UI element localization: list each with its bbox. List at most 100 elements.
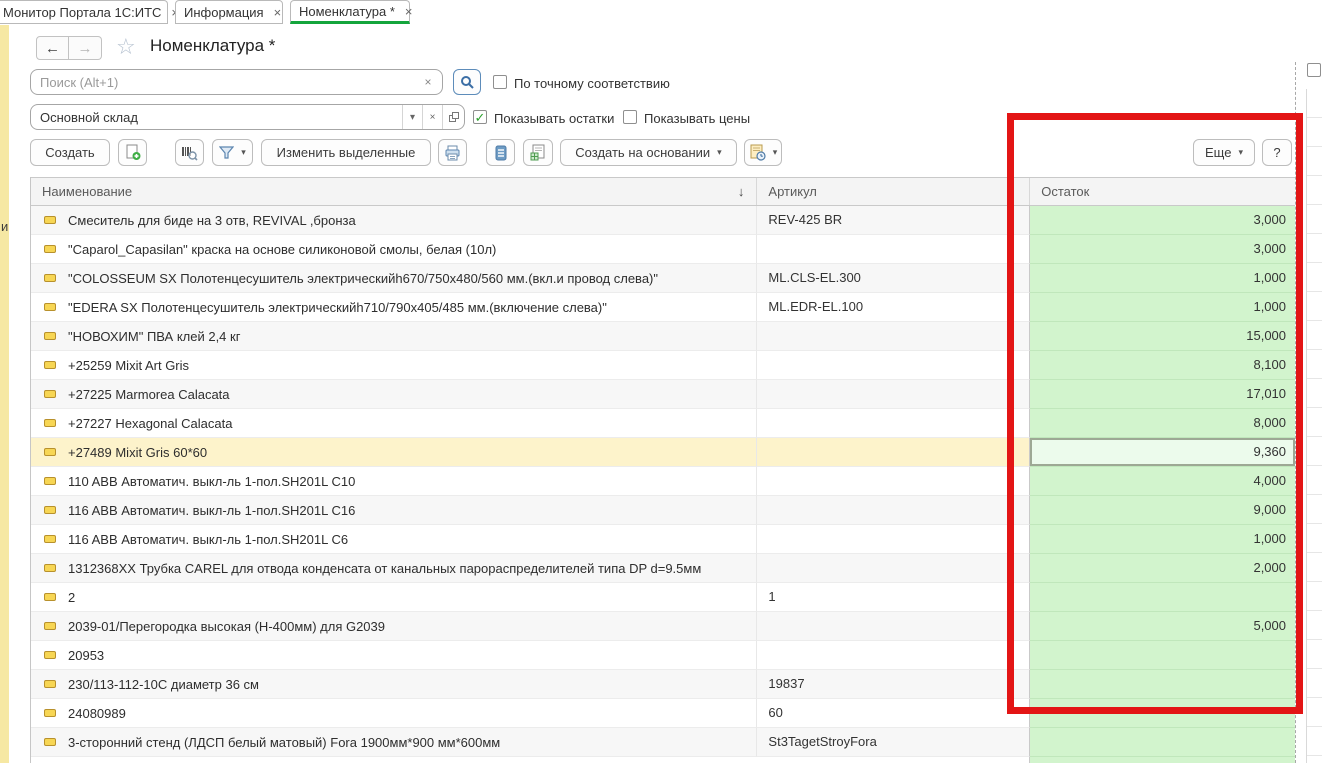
close-icon[interactable]: ×: [274, 5, 282, 20]
open-form-icon[interactable]: [442, 105, 464, 129]
show-prices-checkbox[interactable]: [623, 110, 637, 124]
row-stock[interactable]: 4,000: [1030, 467, 1295, 496]
chevron-down-icon[interactable]: ▾: [402, 105, 422, 129]
row-stock[interactable]: 1,000: [1030, 264, 1295, 293]
clear-icon[interactable]: ×: [422, 105, 442, 129]
table-row[interactable]: +27227 Hexagonal Calacata 8,000: [31, 409, 1295, 438]
search-input[interactable]: [30, 69, 443, 95]
sort-descending-icon[interactable]: ↓: [738, 178, 745, 205]
favorite-star-icon[interactable]: ☆: [116, 34, 136, 60]
row-stock[interactable]: 15,000: [1030, 322, 1295, 351]
row-article[interactable]: ML.CLS-EL.300: [757, 264, 1030, 293]
table-row[interactable]: 1312368XX Трубка CAREL для отвода конден…: [31, 554, 1295, 583]
column-header-name[interactable]: Наименование ↓: [31, 178, 757, 205]
column-header-stock[interactable]: Остаток: [1030, 178, 1295, 205]
cell-name[interactable]: "EDERA SX Полотенцесушитель электрически…: [31, 293, 757, 322]
row-stock[interactable]: 5,000: [1030, 612, 1295, 641]
cell-name[interactable]: 1312368XX Трубка CAREL для отвода конден…: [31, 554, 757, 583]
table-row[interactable]: 2 1: [31, 583, 1295, 612]
table-row[interactable]: 110 ABB Автоматич. выкл-ль 1-пол.SH201L …: [31, 467, 1295, 496]
back-button[interactable]: ←: [36, 36, 69, 60]
row-article[interactable]: [757, 322, 1030, 351]
panel-splitter[interactable]: [1295, 62, 1296, 763]
column-header-article[interactable]: Артикул: [757, 178, 1030, 205]
help-button[interactable]: ?: [1262, 139, 1292, 166]
cell-name[interactable]: 24080989: [31, 699, 757, 728]
cell-name[interactable]: +25259 Mixit Art Gris: [31, 351, 757, 380]
row-stock[interactable]: 3,000: [1030, 235, 1295, 264]
cell-name[interactable]: 20953: [31, 641, 757, 670]
row-article[interactable]: [757, 351, 1030, 380]
edit-selected-button[interactable]: Изменить выделенные: [261, 139, 431, 166]
row-article[interactable]: St3TagetStroyFora: [757, 728, 1030, 757]
row-article[interactable]: 60: [757, 699, 1030, 728]
table-row[interactable]: 116 ABB Автоматич. выкл-ль 1-пол.SH201L …: [31, 525, 1295, 554]
more-button[interactable]: Еще ▾: [1193, 139, 1255, 166]
cell-name[interactable]: 116 ABB Автоматич. выкл-ль 1-пол.SH201L …: [31, 525, 757, 554]
table-row[interactable]: 24080989 60: [31, 699, 1295, 728]
cell-name[interactable]: +27227 Hexagonal Calacata: [31, 409, 757, 438]
row-article[interactable]: [757, 467, 1030, 496]
cell-name[interactable]: 2: [31, 583, 757, 612]
right-panel-checkbox[interactable]: [1307, 63, 1321, 77]
cell-name[interactable]: +27489 Mixit Gris 60*60: [31, 438, 757, 467]
forward-button[interactable]: →: [69, 36, 102, 60]
close-icon[interactable]: ×: [405, 4, 413, 19]
row-stock[interactable]: 8,000: [1030, 409, 1295, 438]
cell-name[interactable]: +27225 Marmorea Calacata: [31, 380, 757, 409]
cell-name[interactable]: 2039-01/Перегородка высокая (Н-400мм) дл…: [31, 612, 757, 641]
barcode-search-button[interactable]: [175, 139, 204, 166]
search-clear-icon[interactable]: ×: [419, 72, 437, 92]
row-stock[interactable]: [1030, 641, 1295, 670]
row-article[interactable]: ML.EDR-EL.100: [757, 293, 1030, 322]
table-row[interactable]: 3-сторонний стенд (ЛДСП белый матовый) F…: [31, 728, 1295, 757]
create-based-on-button[interactable]: Создать на основании ▾: [560, 139, 737, 166]
cell-name[interactable]: 230/113-112-10С диаметр 36 см: [31, 670, 757, 699]
table-row[interactable]: 2039-01/Перегородка высокая (Н-400мм) дл…: [31, 612, 1295, 641]
document-clock-button[interactable]: ▾: [744, 139, 782, 166]
row-article[interactable]: [757, 409, 1030, 438]
cell-name[interactable]: 116 ABB Автоматич. выкл-ль 1-пол.SH201L …: [31, 496, 757, 525]
row-stock[interactable]: [1030, 583, 1295, 612]
tab-information[interactable]: Информация ×: [175, 0, 283, 24]
print-button[interactable]: [438, 139, 467, 166]
row-stock[interactable]: [1030, 670, 1295, 699]
cell-name[interactable]: 3-сторонний стенд (ЛДСП белый матовый) F…: [31, 728, 757, 757]
search-button[interactable]: [453, 69, 481, 95]
table-row[interactable]: Смеситель для биде на 3 отв, REVIVAL ,бр…: [31, 206, 1295, 235]
exact-match-checkbox[interactable]: [493, 75, 507, 89]
table-row[interactable]: 20953: [31, 641, 1295, 670]
create-button[interactable]: Создать: [30, 139, 110, 166]
create-group-button[interactable]: [118, 139, 147, 166]
table-row[interactable]: 230/113-112-10С диаметр 36 см 19837: [31, 670, 1295, 699]
row-article[interactable]: REV-425 BR: [757, 206, 1030, 235]
row-article[interactable]: [757, 525, 1030, 554]
row-article[interactable]: [757, 438, 1030, 467]
row-article[interactable]: [757, 554, 1030, 583]
row-stock[interactable]: 8,100: [1030, 351, 1295, 380]
row-article[interactable]: [757, 380, 1030, 409]
table-row[interactable]: +27225 Marmorea Calacata 17,010: [31, 380, 1295, 409]
row-article[interactable]: 1: [757, 583, 1030, 612]
table-row[interactable]: "EDERA SX Полотенцесушитель электрически…: [31, 293, 1295, 322]
tab-nomenclature[interactable]: Номенклатура * ×: [290, 0, 410, 24]
row-article[interactable]: 19837: [757, 670, 1030, 699]
row-stock[interactable]: 1,000: [1030, 293, 1295, 322]
row-stock[interactable]: 9,360: [1030, 438, 1295, 467]
cell-name[interactable]: "Caparol_Capasilan" краска на основе сил…: [31, 235, 757, 264]
table-row[interactable]: "COLOSSEUM SX Полотенцесушитель электрич…: [31, 264, 1295, 293]
cell-name[interactable]: 110 ABB Автоматич. выкл-ль 1-пол.SH201L …: [31, 467, 757, 496]
row-stock[interactable]: 3,000: [1030, 206, 1295, 235]
cell-name[interactable]: Смеситель для биде на 3 отв, REVIVAL ,бр…: [31, 206, 757, 235]
row-article[interactable]: [757, 612, 1030, 641]
cell-name[interactable]: "COLOSSEUM SX Полотенцесушитель электрич…: [31, 264, 757, 293]
row-article[interactable]: [757, 496, 1030, 525]
show-stock-checkbox[interactable]: ✓: [473, 110, 487, 124]
tab-monitor-portal[interactable]: Монитор Портала 1С:ИТС ×: [0, 0, 168, 24]
row-stock[interactable]: 9,000: [1030, 496, 1295, 525]
row-stock[interactable]: 1,000: [1030, 525, 1295, 554]
row-stock[interactable]: 2,000: [1030, 554, 1295, 583]
table-row[interactable]: +25259 Mixit Art Gris 8,100: [31, 351, 1295, 380]
row-stock[interactable]: 17,010: [1030, 380, 1295, 409]
row-article[interactable]: [757, 235, 1030, 264]
